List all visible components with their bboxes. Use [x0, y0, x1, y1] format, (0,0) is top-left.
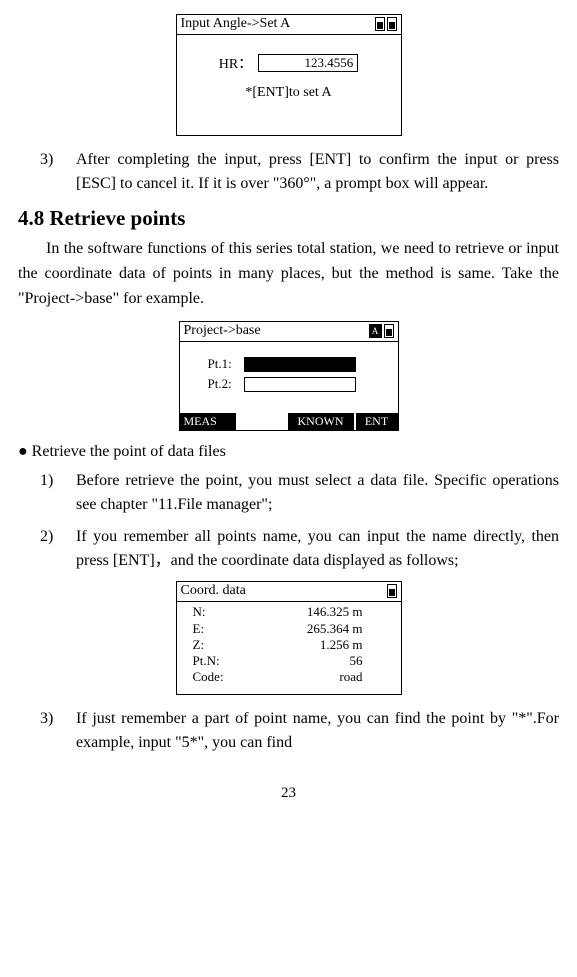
coord-row-z: Z: 1.256 m	[193, 637, 393, 653]
item-text: If just remember a part of point name, y…	[76, 707, 559, 755]
n-label: N:	[193, 604, 239, 620]
code-value: road	[239, 669, 393, 685]
screen-title: Project->base	[184, 323, 261, 339]
screen-title-row: Project->base A	[180, 322, 398, 342]
softkey-spacer	[238, 413, 286, 430]
bullet-heading: ● Retrieve the point of data files	[18, 443, 559, 461]
item-text: Before retrieve the point, you must sele…	[76, 469, 559, 517]
item-number: 1)	[18, 469, 76, 517]
ent-button[interactable]: ENT	[356, 413, 398, 430]
coord-row-n: N: 146.325 m	[193, 604, 393, 620]
coord-row-ptn: Pt.N: 56	[193, 653, 393, 669]
pt2-row: Pt.2:	[180, 376, 398, 392]
hr-label: HR：	[219, 53, 252, 73]
known-button[interactable]: KNOWN	[288, 413, 354, 430]
hr-input-row: HR： 123.4556	[177, 53, 401, 73]
battery-icon	[384, 324, 394, 338]
softkey-row: MEAS KNOWN ENT	[180, 413, 398, 430]
screen-title: Coord. data	[181, 583, 246, 599]
device-screen-input-angle: Input Angle->Set A HR： 123.4556 *[ENT]to…	[176, 14, 402, 136]
n-value: 146.325 m	[239, 604, 393, 620]
paragraph: In the software functions of this series…	[18, 237, 559, 311]
coord-row-code: Code: road	[193, 669, 393, 685]
section-heading: 4.8 Retrieve points	[18, 206, 559, 231]
item-number: 3)	[18, 707, 76, 755]
e-value: 265.364 m	[239, 621, 393, 637]
ptn-label: Pt.N:	[193, 653, 239, 669]
battery-icon	[387, 584, 397, 598]
coord-row-e: E: 265.364 m	[193, 621, 393, 637]
status-indicators	[375, 17, 397, 31]
z-value: 1.256 m	[239, 637, 393, 653]
item-text: After completing the input, press [ENT] …	[76, 148, 559, 196]
list-item: 1) Before retrieve the point, you must s…	[18, 469, 559, 517]
signal-icon	[387, 17, 397, 31]
status-indicators	[387, 584, 397, 598]
coord-body: N: 146.325 m E: 265.364 m Z: 1.256 m Pt.…	[177, 602, 401, 689]
pt1-label: Pt.1:	[208, 356, 244, 372]
page-number: 23	[18, 785, 559, 802]
list-item: 3) If just remember a part of point name…	[18, 707, 559, 755]
mode-indicator: A	[369, 324, 382, 338]
screen-title-row: Coord. data	[177, 582, 401, 602]
meas-button[interactable]: MEAS	[180, 413, 236, 430]
item-text: If you remember all points name, you can…	[76, 525, 559, 573]
screen-title: Input Angle->Set A	[181, 16, 291, 32]
hr-input[interactable]: 123.4556	[258, 54, 358, 72]
e-label: E:	[193, 621, 239, 637]
device-screen-coord-data: Coord. data N: 146.325 m E: 265.364 m Z:…	[176, 581, 402, 695]
code-label: Code:	[193, 669, 239, 685]
pt2-label: Pt.2:	[208, 376, 244, 392]
item-number: 2)	[18, 525, 76, 573]
list-item: 3) After completing the input, press [EN…	[18, 148, 559, 196]
z-label: Z:	[193, 637, 239, 653]
enter-hint: *[ENT]to set A	[177, 85, 401, 101]
pt1-row: Pt.1:	[180, 356, 398, 372]
ptn-value: 56	[239, 653, 393, 669]
screen-title-row: Input Angle->Set A	[177, 15, 401, 35]
item-number: 3)	[18, 148, 76, 196]
status-indicators: A	[369, 324, 394, 338]
pt1-input[interactable]	[244, 357, 356, 372]
battery-icon	[375, 17, 385, 31]
pt2-input[interactable]	[244, 377, 356, 392]
list-item: 2) If you remember all points name, you …	[18, 525, 559, 573]
device-screen-project-base: Project->base A Pt.1: Pt.2: MEAS KNOWN E…	[179, 321, 399, 431]
